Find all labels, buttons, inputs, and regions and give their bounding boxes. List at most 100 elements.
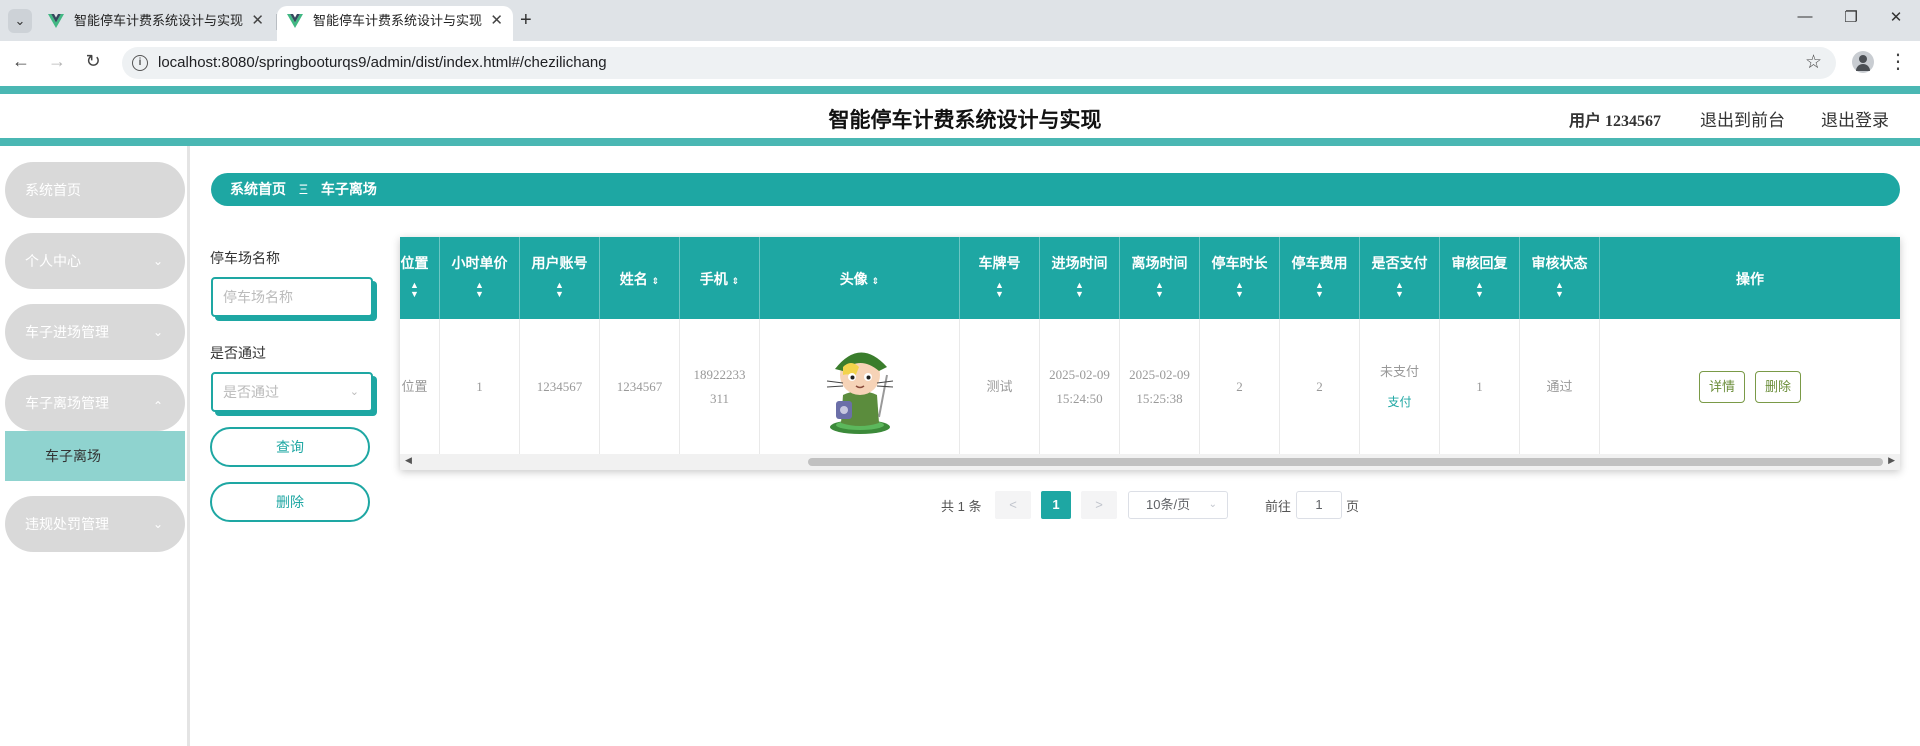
sort-icon[interactable]: ▲ ▼ bbox=[1280, 281, 1359, 299]
sort-icon[interactable]: ▲ ▼ bbox=[960, 281, 1039, 299]
cell-paid: 未支付 支付 bbox=[1360, 319, 1440, 454]
restore-icon[interactable]: ❐ bbox=[1841, 8, 1861, 26]
breadcrumb-separator-icon: Ξ bbox=[298, 181, 308, 197]
scrollbar-thumb[interactable] bbox=[808, 458, 1883, 466]
chevron-down-icon: ⌄ bbox=[152, 254, 163, 268]
column-header-exit-time[interactable]: 离场时间 ▲ ▼ bbox=[1120, 237, 1200, 319]
sort-icon[interactable]: ▲ ▼ bbox=[1360, 281, 1439, 299]
forward-arrow-icon[interactable]: → bbox=[45, 51, 69, 72]
pagination-next-button[interactable]: > bbox=[1081, 491, 1117, 519]
approved-select-placeholder: 是否通过 bbox=[223, 384, 279, 400]
cell-name: 1234567 bbox=[600, 319, 680, 454]
pagination-goto-label: 前往 bbox=[1265, 499, 1292, 514]
page-size-value: 10条/页 bbox=[1146, 497, 1191, 512]
browser-tab-2[interactable]: 智能停车计费系统设计与实现 ✕ bbox=[277, 6, 513, 41]
browser-tab-title: 智能停车计费系统设计与实现 bbox=[313, 13, 483, 28]
close-tab-icon[interactable]: ✕ bbox=[490, 6, 503, 36]
header-top-stripe bbox=[0, 86, 1920, 94]
column-header-entry-time[interactable]: 进场时间 ▲ ▼ bbox=[1040, 237, 1120, 319]
sidebar-item-home[interactable]: 系统首页 bbox=[5, 162, 185, 218]
sidebar-item-label: 违规处罚管理 bbox=[25, 516, 109, 532]
parking-name-label: 停车场名称 bbox=[210, 250, 280, 266]
vue-logo-icon bbox=[287, 14, 303, 28]
detail-button[interactable]: 详情 bbox=[1698, 370, 1745, 403]
pagination-total: 共 1 条 bbox=[941, 499, 982, 514]
column-header-paid[interactable]: 是否支付 ▲ ▼ bbox=[1360, 237, 1440, 319]
sort-icon[interactable]: ▲ ▼ bbox=[1120, 281, 1199, 299]
scroll-right-icon[interactable]: ▶ bbox=[1888, 455, 1895, 466]
chevron-down-icon: ⌄ bbox=[1208, 499, 1217, 510]
scroll-left-icon[interactable]: ◀ bbox=[405, 455, 412, 466]
column-header-hourly-price[interactable]: 小时单价 ▲ ▼ bbox=[440, 237, 520, 319]
column-header-duration[interactable]: 停车时长 ▲ ▼ bbox=[1200, 237, 1280, 319]
cell-account: 1234567 bbox=[520, 319, 600, 454]
sort-icon[interactable]: ▲ ▼ bbox=[1520, 281, 1599, 299]
approved-select[interactable]: 是否通过 ⌄ bbox=[211, 372, 373, 412]
close-tab-icon[interactable]: ✕ bbox=[251, 6, 264, 36]
browser-tab-1[interactable]: 智能停车计费系统设计与实现 ✕ bbox=[38, 6, 274, 41]
approved-label: 是否通过 bbox=[210, 345, 266, 361]
sort-icon[interactable]: ▲ ▼ bbox=[1200, 281, 1279, 299]
minimize-icon[interactable]: — bbox=[1795, 8, 1815, 25]
breadcrumb-home[interactable]: 系统首页 bbox=[230, 181, 286, 197]
cell-hourly-price: 1 bbox=[440, 319, 520, 454]
parking-name-input[interactable]: 停车场名称 bbox=[211, 277, 373, 317]
pagination-goto-suffix: 页 bbox=[1346, 499, 1360, 514]
sidebar-subitem-car-exit[interactable]: 车子离场 bbox=[5, 431, 185, 481]
sidebar: 系统首页 个人中心 ⌄ 车子进场管理 ⌄ 车子离场管理 ⌃ 车子离场 违规处罚管… bbox=[0, 146, 190, 746]
column-header-location[interactable]: 位置 ▲ ▼ bbox=[400, 237, 440, 319]
site-info-icon[interactable]: i bbox=[132, 55, 148, 71]
header-user-label: 用户 1234567 bbox=[1569, 113, 1662, 130]
paid-status-text: 未支付 bbox=[1379, 363, 1419, 379]
profile-icon[interactable] bbox=[1852, 51, 1874, 73]
new-tab-plus-icon[interactable]: + bbox=[520, 7, 532, 33]
sidebar-item-label: 系统首页 bbox=[25, 182, 81, 198]
sidebar-item-car-entry[interactable]: 车子进场管理 ⌄ bbox=[5, 304, 185, 360]
column-header-fee[interactable]: 停车费用 ▲ ▼ bbox=[1280, 237, 1360, 319]
pay-link[interactable]: 支付 bbox=[1387, 390, 1411, 414]
query-button[interactable]: 查询 bbox=[210, 427, 370, 467]
row-delete-button[interactable]: 删除 bbox=[1755, 370, 1802, 403]
sidebar-item-personal-center[interactable]: 个人中心 ⌄ bbox=[5, 233, 185, 289]
column-header-account[interactable]: 用户账号 ▲ ▼ bbox=[520, 237, 600, 319]
pagination-page-1[interactable]: 1 bbox=[1041, 491, 1071, 519]
url-omnibox[interactable]: i localhost:8080/springbooturqs9/admin/d… bbox=[122, 47, 1836, 79]
sort-icon[interactable]: ▲ ▼ bbox=[1040, 281, 1119, 299]
breadcrumb: 系统首页 Ξ 车子离场 bbox=[211, 173, 1900, 206]
sidebar-item-label: 车子进场管理 bbox=[25, 324, 109, 340]
sort-icon[interactable]: ▲ ▼ bbox=[1440, 281, 1519, 299]
column-header-phone[interactable]: 手机 ⇕ bbox=[680, 237, 760, 319]
url-text[interactable]: localhost:8080/springbooturqs9/admin/dis… bbox=[158, 54, 607, 71]
sort-icon[interactable]: ▲ ▼ bbox=[400, 281, 439, 299]
page-size-select[interactable]: 10条/页 ⌄ bbox=[1128, 491, 1228, 519]
sidebar-item-car-exit[interactable]: 车子离场管理 ⌃ bbox=[5, 375, 185, 431]
column-header-avatar[interactable]: 头像 ⇕ bbox=[760, 237, 960, 319]
column-header-plate[interactable]: 车牌号 ▲ ▼ bbox=[960, 237, 1040, 319]
exit-to-frontend-link[interactable]: 退出到前台 bbox=[1700, 106, 1785, 131]
column-header-review-status[interactable]: 审核状态 ▲ ▼ bbox=[1520, 237, 1600, 319]
cell-actions: 详情 删除 bbox=[1600, 319, 1900, 454]
column-header-name[interactable]: 姓名 ⇕ bbox=[600, 237, 680, 319]
bookmark-star-icon[interactable]: ☆ bbox=[1805, 51, 1822, 74]
column-header-reply[interactable]: 审核回复 ▲ ▼ bbox=[1440, 237, 1520, 319]
sidebar-item-violation-penalty[interactable]: 违规处罚管理 ⌄ bbox=[5, 496, 185, 552]
table-horizontal-scrollbar[interactable]: ◀ ▶ bbox=[400, 454, 1900, 470]
cell-exit-time: 2025-02-09 15:25:38 bbox=[1120, 319, 1200, 454]
pagination-prev-button[interactable]: < bbox=[995, 491, 1031, 519]
header-bottom-stripe bbox=[0, 138, 1920, 146]
batch-delete-button[interactable]: 删除 bbox=[210, 482, 370, 522]
back-arrow-icon[interactable]: ← bbox=[9, 51, 33, 72]
reload-icon[interactable]: ↻ bbox=[81, 51, 105, 72]
browser-menu-kebab-icon[interactable]: ⋮ bbox=[1888, 49, 1908, 75]
browser-address-bar: ← → ↻ i localhost:8080/springbooturqs9/a… bbox=[0, 41, 1920, 85]
cell-location: 位置 bbox=[400, 319, 440, 454]
chevron-down-icon: ⌄ bbox=[152, 325, 163, 339]
tab-search-chevron-down-icon[interactable]: ⌄ bbox=[8, 9, 32, 33]
logout-link[interactable]: 退出登录 bbox=[1821, 106, 1889, 131]
app-header: 智能停车计费系统设计与实现 用户 1234567 退出到前台 退出登录 bbox=[0, 94, 1920, 138]
pagination-goto-input[interactable]: 1 bbox=[1296, 491, 1342, 519]
sort-icon[interactable]: ▲ ▼ bbox=[440, 281, 519, 299]
sort-icon[interactable]: ▲ ▼ bbox=[520, 281, 599, 299]
close-window-icon[interactable]: ✕ bbox=[1886, 8, 1906, 26]
cell-entry-time: 2025-02-09 15:24:50 bbox=[1040, 319, 1120, 454]
